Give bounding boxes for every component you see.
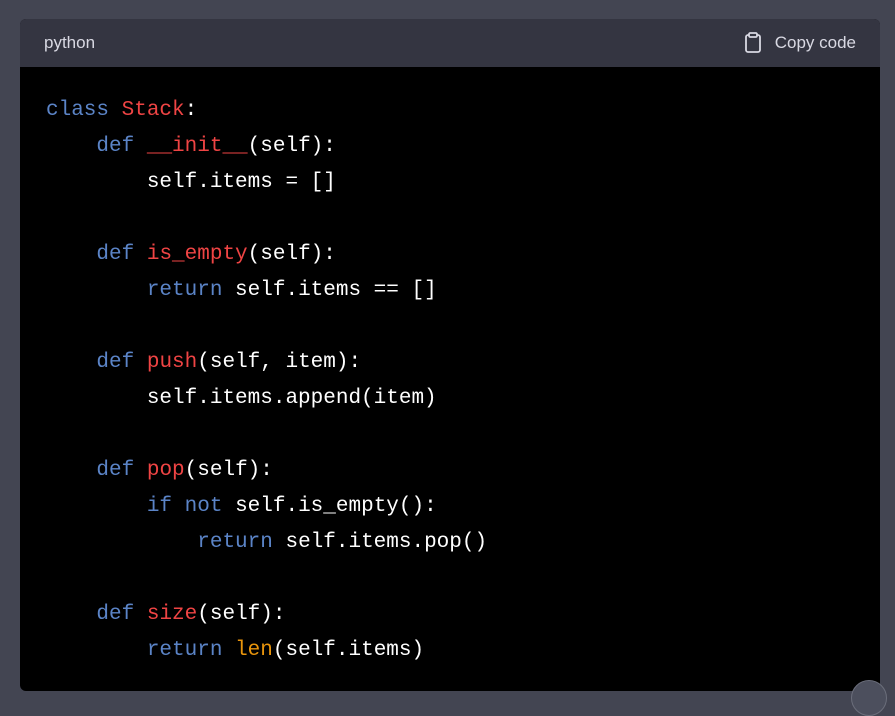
code-token: is_empty [146,243,248,266]
code-token: (self): [197,603,286,626]
code-token: if [146,495,173,518]
code-token: def [96,135,135,158]
scroll-chip [851,680,887,716]
code-line: def push(self, item): [46,345,854,381]
code-line: def pop(self): [46,453,854,489]
code-token: self.items == [] [222,279,437,302]
code-token: (self): [184,459,273,482]
code-token: def [96,243,135,266]
code-content: class Stack: def __init__(self): self.it… [46,93,854,669]
code-line: def __init__(self): [46,129,854,165]
code-line: if not self.is_empty(): [46,489,854,525]
copy-code-button[interactable]: Copy code [741,31,856,55]
code-token: not [184,495,223,518]
code-token: (self, item): [197,351,362,374]
code-token: pop [146,459,185,482]
code-line: self.items = [] [46,165,854,201]
code-token: return [146,279,223,302]
code-token: return [146,639,223,662]
copy-code-label: Copy code [774,33,856,52]
code-token: (self): [247,135,336,158]
code-token: def [96,603,135,626]
code-line: return self.items == [] [46,273,854,309]
code-line: self.items.append(item) [46,381,854,417]
code-line: return len(self.items) [46,633,854,669]
code-token: self.is_empty(): [222,495,437,518]
code-line: class Stack: [46,93,854,129]
code-line: def is_empty(self): [46,237,854,273]
code-token: self.items.pop() [272,531,488,554]
code-token: class [46,99,110,122]
code-token: self.items = [] [46,171,336,194]
code-token: __init__ [146,135,248,158]
code-line: def size(self): [46,597,854,633]
code-line: return self.items.pop() [46,525,854,561]
code-token: def [96,459,135,482]
code-body: class Stack: def __init__(self): self.it… [20,67,880,691]
code-token: (self.items) [272,639,425,662]
language-label: python [44,33,96,52]
code-token: return [197,531,273,554]
clipboard-icon [741,31,765,55]
code-token: self.items.append(item) [46,387,437,410]
code-lines: class Stack: def __init__(self): self.it… [46,93,854,669]
code-token: Stack [121,99,185,122]
code-token: : [184,99,198,122]
code-token: push [146,351,198,374]
code-token: def [96,351,135,374]
code-header: python Copy code [20,19,880,67]
code-block: python Copy code class Stack: def __init… [20,19,880,691]
code-token: len [235,639,273,662]
code-token: (self): [247,243,336,266]
code-token: size [146,603,198,626]
